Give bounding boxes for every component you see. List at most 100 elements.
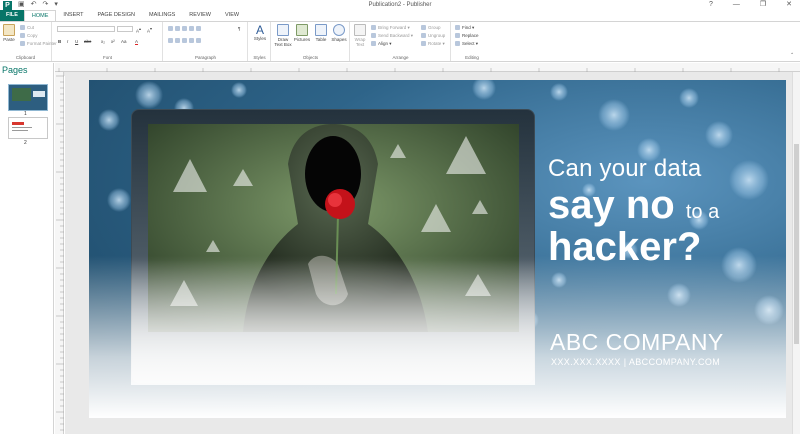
ungroup-button[interactable]: Ungroup xyxy=(421,33,445,39)
ribbon-tabs: FILE HOME INSERT PAGE DESIGN MAILINGS RE… xyxy=(0,10,800,21)
styles-group: A Styles Styles xyxy=(249,22,271,61)
tab-home[interactable]: HOME xyxy=(23,10,57,21)
objects-group-label: Objects xyxy=(302,55,319,60)
paragraph-group-label: Paragraph xyxy=(194,55,216,60)
styles-button[interactable]: A Styles xyxy=(251,24,269,41)
copy-label: Copy xyxy=(27,33,38,38)
paste-button[interactable]: Paste xyxy=(1,24,17,42)
group-button[interactable]: Group xyxy=(421,25,441,31)
headline-text-box[interactable]: Can your data say no to a hacker? xyxy=(548,155,780,268)
align-buttons[interactable] xyxy=(168,38,203,44)
scrollbar-thumb[interactable] xyxy=(794,144,799,344)
page-thumbnail-2-line xyxy=(12,127,32,128)
cut-button[interactable]: Cut xyxy=(20,25,34,31)
rotate-button[interactable]: Rotate ▾ xyxy=(421,41,445,47)
sort-icon xyxy=(196,26,201,32)
rotate-label: Rotate xyxy=(428,41,442,46)
indent-icon xyxy=(182,26,187,32)
shrink-font-button[interactable]: A▾ xyxy=(147,26,152,35)
pages-panel-title: Pages xyxy=(2,65,28,75)
send-backward-label: Send Backward xyxy=(378,33,410,38)
select-label: Select xyxy=(462,41,475,46)
page-thumbnail-2[interactable] xyxy=(8,117,48,139)
send-backward-button[interactable]: Send Backward ▾ xyxy=(371,33,413,39)
bullets-button[interactable] xyxy=(168,26,203,32)
copy-button[interactable]: Copy xyxy=(20,33,38,39)
superscript-button[interactable]: x² xyxy=(111,39,115,45)
align-icon xyxy=(371,41,376,47)
table-button[interactable]: Table xyxy=(313,24,329,42)
find-label: Find xyxy=(462,25,471,30)
page-number-2: 2 xyxy=(24,140,27,146)
replace-button[interactable]: Replace xyxy=(455,33,479,39)
wrap-text-button[interactable]: Wrap Text xyxy=(352,24,368,47)
contact-info[interactable]: XXX.XXX.XXXX | ABCCOMPANY.COM xyxy=(551,357,720,367)
tab-insert[interactable]: INSERT xyxy=(56,10,90,21)
clipboard-group: Paste Cut Copy Format Painter Clipboard xyxy=(0,22,57,61)
publication-page[interactable]: Can your data say no to a hacker? ABC CO… xyxy=(89,80,786,418)
italic-button[interactable]: I xyxy=(67,39,68,45)
show-marks-button[interactable]: ¶ xyxy=(238,26,240,32)
paste-icon xyxy=(3,24,15,36)
line-spacing-icon xyxy=(196,38,201,44)
table-icon xyxy=(315,24,327,36)
align-label: Align xyxy=(378,41,389,46)
vertical-scrollbar[interactable] xyxy=(792,72,800,434)
pictures-button[interactable]: Pictures xyxy=(293,24,311,42)
page-thumbnail-1-image xyxy=(12,88,31,101)
underline-button[interactable]: U xyxy=(75,39,78,45)
change-case-button[interactable]: Aa xyxy=(121,39,127,45)
collapse-ribbon-button[interactable]: ⌃ xyxy=(790,52,794,58)
styles-icon: A xyxy=(255,23,264,37)
select-button[interactable]: Select ▾ xyxy=(455,41,478,47)
copy-icon xyxy=(20,33,25,39)
ribbon: Paste Cut Copy Format Painter Clipboard … xyxy=(0,21,800,62)
format-painter-button[interactable]: Format Painter xyxy=(20,41,57,47)
headline-bold-text: say no xyxy=(548,183,675,227)
minimize-button[interactable]: — xyxy=(733,0,740,10)
find-button[interactable]: Find ▾ xyxy=(455,25,474,31)
cut-label: Cut xyxy=(27,25,35,30)
bring-forward-button[interactable]: Bring Forward ▾ xyxy=(371,25,410,31)
align-button[interactable]: Align ▾ xyxy=(371,41,392,47)
font-name-select[interactable] xyxy=(57,26,115,32)
ungroup-icon xyxy=(421,33,426,39)
horizontal-ruler[interactable] xyxy=(55,63,800,76)
tab-page-design[interactable]: PAGE DESIGN xyxy=(91,10,143,21)
paragraph-group: ¶ Paragraph xyxy=(164,22,248,61)
close-button[interactable]: ✕ xyxy=(786,0,792,10)
tab-view[interactable]: VIEW xyxy=(218,10,246,21)
editing-group: Find ▾ Replace Select ▾ Editing xyxy=(452,22,492,61)
tab-file[interactable]: FILE xyxy=(0,10,24,21)
subscript-button[interactable]: x₂ xyxy=(101,39,105,45)
headline-line-1: Can your data xyxy=(548,155,702,182)
vertical-ruler[interactable] xyxy=(55,72,64,434)
font-size-select[interactable] xyxy=(117,26,133,32)
bold-button[interactable]: B xyxy=(58,39,61,45)
draw-text-box-button[interactable]: Draw Text Box xyxy=(274,24,292,47)
page-thumbnail-1-text xyxy=(33,91,45,97)
strikethrough-button[interactable]: abc xyxy=(84,39,91,45)
page-thumbnail-2-heading xyxy=(12,122,24,125)
headline-small-text: to a xyxy=(685,201,720,223)
vertical-ruler-ticks xyxy=(56,75,64,431)
tab-mailings[interactable]: MAILINGS xyxy=(142,10,182,21)
wrap-text-icon xyxy=(354,24,366,36)
group-icon xyxy=(421,25,426,31)
page-thumbnail-1[interactable] xyxy=(8,84,48,111)
font-color-button[interactable]: A xyxy=(135,39,138,45)
styles-group-label: Styles xyxy=(253,55,266,60)
shapes-label: Shapes xyxy=(331,37,347,42)
shapes-button[interactable]: Shapes xyxy=(330,24,348,42)
grow-font-button[interactable]: A▴ xyxy=(136,26,141,35)
help-button[interactable]: ? xyxy=(709,0,713,10)
wrap-text-label: Wrap Text xyxy=(354,37,366,47)
company-name[interactable]: ABC COMPANY xyxy=(550,329,724,356)
tab-review[interactable]: REVIEW xyxy=(182,10,218,21)
window-controls: ? — ❐ ✕ xyxy=(709,0,792,10)
bring-forward-icon xyxy=(371,25,376,31)
restore-button[interactable]: ❐ xyxy=(760,0,766,10)
editing-group-label: Editing xyxy=(465,55,479,60)
styles-label: Styles xyxy=(253,36,267,41)
replace-icon xyxy=(455,33,460,39)
